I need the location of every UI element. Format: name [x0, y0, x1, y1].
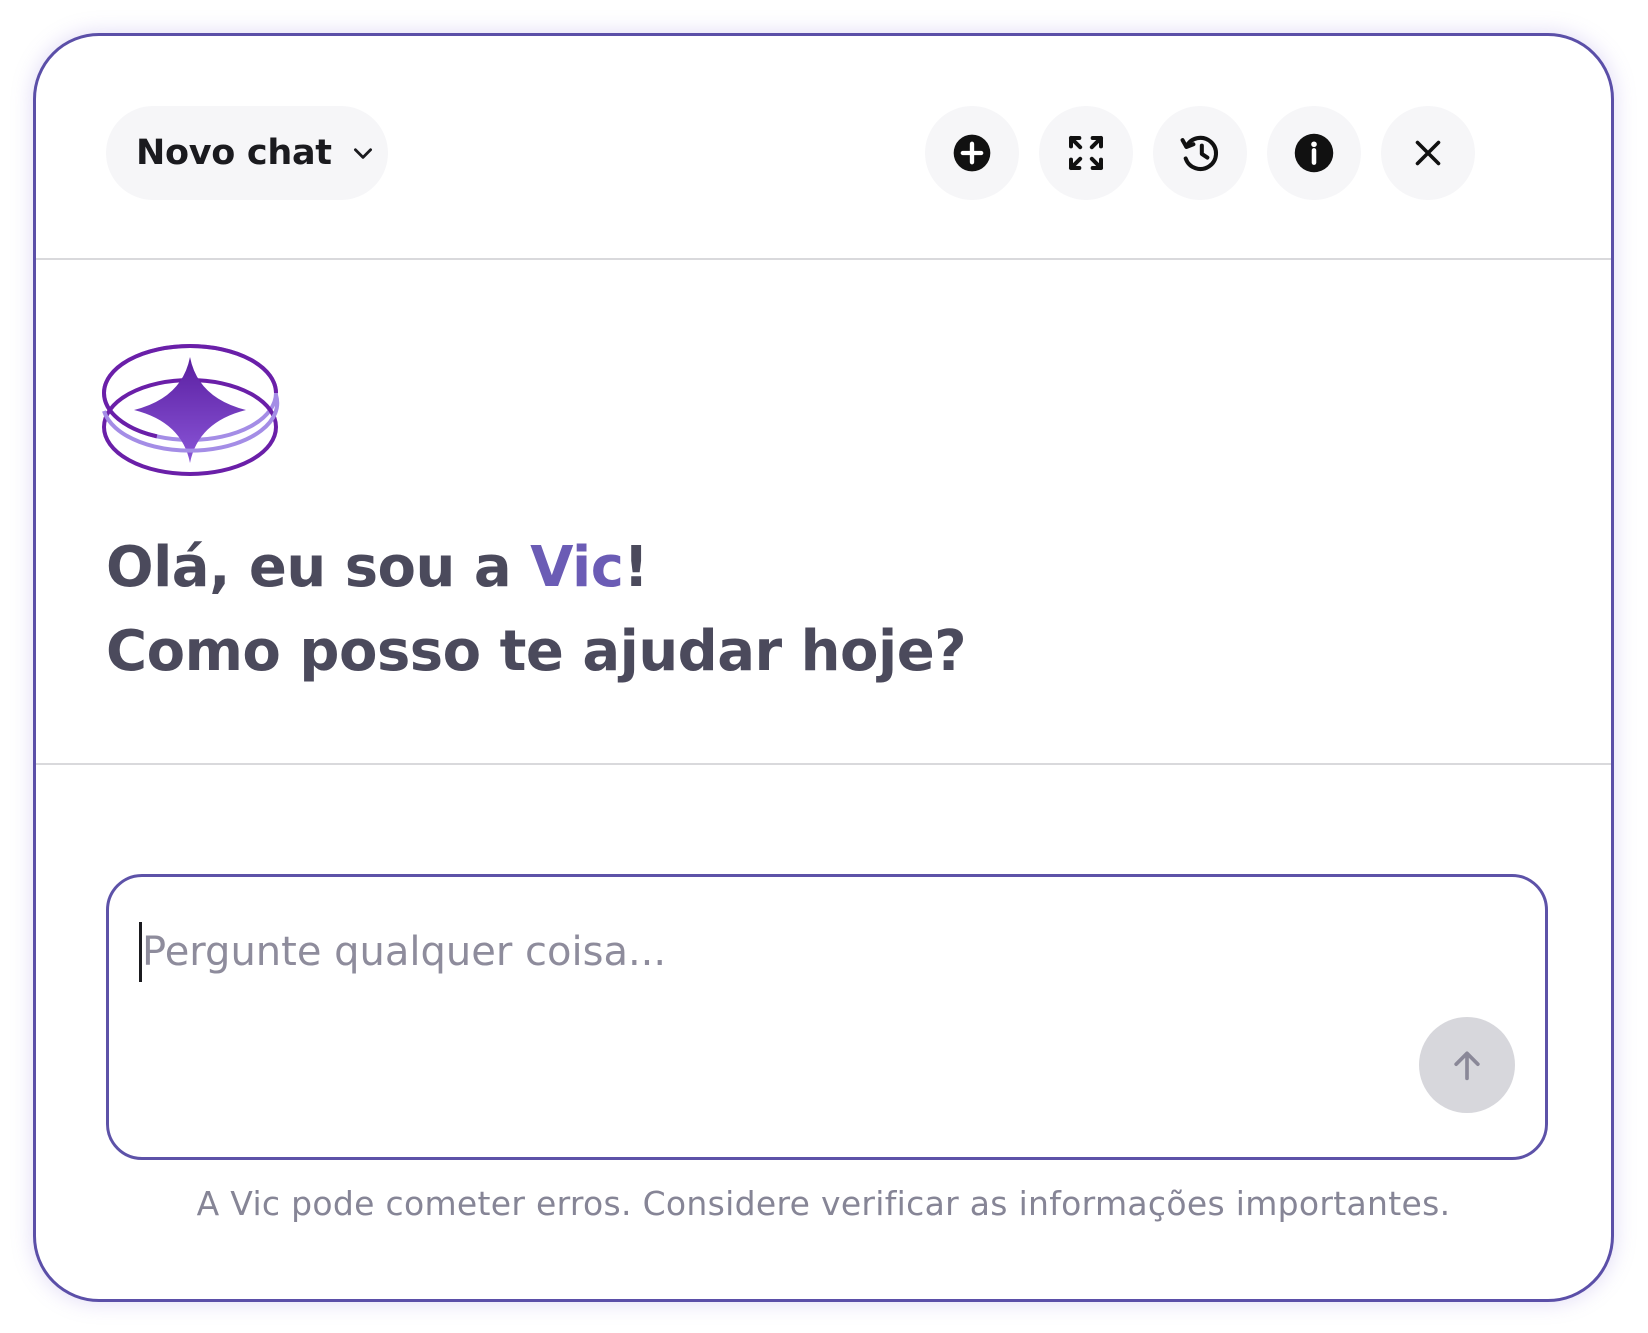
prompt-input[interactable]: [142, 915, 1342, 989]
history-icon: [1180, 135, 1219, 172]
expand-icon: [1069, 136, 1103, 170]
chat-selector-label: Novo chat: [136, 133, 332, 173]
chat-selector-dropdown[interactable]: Novo chat: [106, 106, 388, 200]
chat-panel: Novo chat Olá, eu sou a Vic! Como posso …: [33, 33, 1614, 1302]
greeting-prefix: Olá, eu sou a: [106, 535, 531, 600]
vic-logo: [102, 344, 280, 476]
info-icon: [1294, 133, 1334, 173]
prompt-box[interactable]: [106, 874, 1548, 1160]
header-divider: [36, 258, 1611, 260]
disclaimer-text: A Vic pode cometer erros. Considere veri…: [196, 1184, 1451, 1223]
send-button[interactable]: [1419, 1017, 1515, 1113]
close-button[interactable]: [1381, 106, 1475, 200]
info-button[interactable]: [1267, 106, 1361, 200]
assistant-name: Vic: [530, 535, 624, 600]
greeting-suffix: !: [623, 535, 649, 600]
arrow-up-icon: [1454, 1051, 1480, 1081]
plus-circle-icon: [953, 134, 991, 172]
content-divider: [36, 763, 1611, 765]
chevron-down-icon: [353, 148, 372, 159]
history-button[interactable]: [1153, 106, 1247, 200]
greeting-question: Como posso te ajudar hoje?: [106, 619, 967, 684]
close-icon: [1415, 140, 1441, 166]
expand-button[interactable]: [1039, 106, 1133, 200]
new-chat-button[interactable]: [925, 106, 1019, 200]
greeting-heading: Olá, eu sou a Vic! Como posso te ajudar …: [106, 526, 967, 694]
